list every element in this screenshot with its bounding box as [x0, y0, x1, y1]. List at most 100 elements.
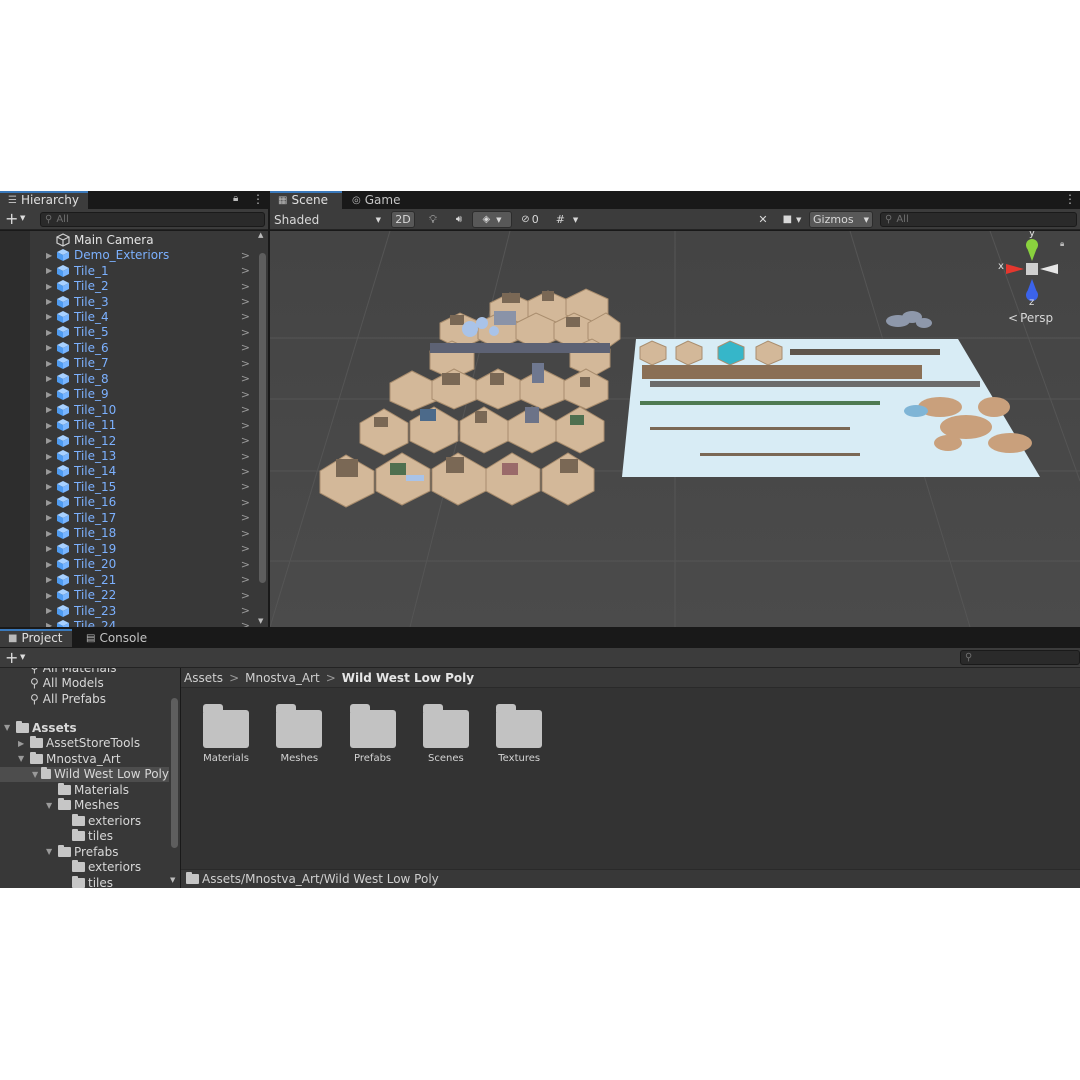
- tab-hierarchy[interactable]: ☰ Hierarchy: [0, 191, 88, 209]
- hierarchy-item[interactable]: ▶ Tile_23 >: [0, 603, 254, 618]
- chevron-right-icon[interactable]: >: [241, 465, 250, 478]
- chevron-right-icon[interactable]: >: [241, 388, 250, 401]
- hierarchy-item[interactable]: ▶ Tile_14 >: [0, 464, 254, 479]
- effects-dropdown[interactable]: ◈ ▼: [472, 211, 512, 228]
- favorite-item[interactable]: ⚲ All Materials: [30, 668, 117, 675]
- add-icon[interactable]: +: [5, 648, 18, 667]
- project-tree-scroll-thumb[interactable]: [171, 698, 178, 848]
- scene-viewport[interactable]: 🔒︎ y x z < Persp: [270, 231, 1080, 627]
- chevron-right-icon[interactable]: >: [241, 511, 250, 524]
- expand-arrow-icon[interactable]: ▶: [46, 436, 52, 445]
- chevron-right-icon[interactable]: >: [241, 434, 250, 447]
- hierarchy-item[interactable]: ▶ Tile_1 >: [0, 263, 254, 278]
- folder-item[interactable]: Textures: [484, 698, 554, 768]
- project-tree-item[interactable]: tiles: [0, 875, 169, 888]
- chevron-right-icon[interactable]: >: [241, 310, 250, 323]
- expand-arrow-icon[interactable]: ▶: [46, 591, 52, 600]
- chevron-right-icon[interactable]: >: [241, 589, 250, 602]
- project-tree-item[interactable]: Materials: [0, 782, 169, 797]
- expand-arrow-icon[interactable]: ▶: [46, 297, 52, 306]
- lock-icon[interactable]: 🔒︎: [233, 193, 238, 204]
- chevron-right-icon[interactable]: >: [241, 341, 250, 354]
- chevron-right-icon[interactable]: >: [241, 249, 250, 262]
- chevron-down-icon[interactable]: ▼: [20, 214, 25, 222]
- chevron-down-icon[interactable]: ▼: [20, 653, 25, 661]
- hierarchy-item[interactable]: ▶ Tile_5 >: [0, 325, 254, 340]
- folder-item[interactable]: Materials: [191, 698, 261, 768]
- expand-arrow-icon[interactable]: ▶: [46, 374, 52, 383]
- grid-dropdown[interactable]: # ▼: [548, 211, 586, 228]
- chevron-right-icon[interactable]: >: [241, 419, 250, 432]
- expand-arrow-icon[interactable]: ▶: [18, 739, 30, 748]
- projection-toggle[interactable]: < Persp: [1008, 311, 1053, 325]
- expand-arrow-icon[interactable]: ▶: [46, 359, 52, 368]
- hierarchy-item[interactable]: ▶ Tile_6 >: [0, 340, 254, 355]
- camera-dropdown[interactable]: ■ ▼: [777, 211, 807, 228]
- chevron-right-icon[interactable]: >: [241, 450, 250, 463]
- project-tree-item[interactable]: exteriors: [0, 860, 169, 875]
- hierarchy-item[interactable]: ▶ Tile_4 >: [0, 309, 254, 324]
- favorite-item[interactable]: ⚲ All Prefabs: [30, 691, 106, 706]
- scene-search-input[interactable]: ⚲ All: [880, 212, 1077, 227]
- breadcrumb-mnostva-art[interactable]: Mnostva_Art: [245, 671, 320, 685]
- hierarchy-scroll-thumb[interactable]: [259, 253, 266, 583]
- chevron-right-icon[interactable]: >: [241, 403, 250, 416]
- expand-arrow-icon[interactable]: ▶: [46, 328, 52, 337]
- hierarchy-item[interactable]: ▶ Tile_11 >: [0, 417, 254, 432]
- hierarchy-item[interactable]: ▶ Tile_21 >: [0, 572, 254, 587]
- hierarchy-item[interactable]: ▶ Tile_8 >: [0, 371, 254, 386]
- chevron-right-icon[interactable]: >: [241, 357, 250, 370]
- hierarchy-item[interactable]: ▶ Tile_3 >: [0, 294, 254, 309]
- hierarchy-item[interactable]: ▶ Tile_17 >: [0, 510, 254, 525]
- expand-arrow-icon[interactable]: ▶: [46, 529, 52, 538]
- hierarchy-item[interactable]: ▶ Tile_19 >: [0, 541, 254, 556]
- breadcrumb-wild-west[interactable]: Wild West Low Poly: [342, 671, 474, 685]
- kebab-menu-icon[interactable]: ⋮: [252, 192, 264, 206]
- kebab-menu-icon[interactable]: ⋮: [1064, 192, 1076, 206]
- chevron-right-icon[interactable]: >: [241, 558, 250, 571]
- expand-arrow-icon[interactable]: ▼: [46, 801, 58, 810]
- gizmos-dropdown[interactable]: Gizmos ▼: [809, 211, 873, 228]
- chevron-right-icon[interactable]: >: [241, 280, 250, 293]
- expand-arrow-icon[interactable]: ▶: [46, 312, 52, 321]
- expand-arrow-icon[interactable]: ▶: [46, 405, 52, 414]
- project-tree-item[interactable]: ▼ Assets: [0, 720, 169, 735]
- expand-arrow-icon[interactable]: ▶: [46, 390, 52, 399]
- hierarchy-scrollbar[interactable]: ▲ ▼: [257, 231, 268, 627]
- folder-item[interactable]: Meshes: [264, 698, 334, 768]
- favorite-item[interactable]: ⚲ All Models: [30, 676, 104, 691]
- hierarchy-item[interactable]: ▶ Tile_18 >: [0, 526, 254, 541]
- chevron-right-icon[interactable]: >: [241, 619, 250, 627]
- hierarchy-item[interactable]: ▶ Tile_24 >: [0, 618, 254, 627]
- expand-arrow-icon[interactable]: ▶: [46, 575, 52, 584]
- hierarchy-item[interactable]: ▶ Tile_12 >: [0, 433, 254, 448]
- expand-arrow-icon[interactable]: ▶: [46, 606, 52, 615]
- shading-mode-dropdown[interactable]: Shaded ▼: [272, 211, 385, 228]
- expand-arrow-icon[interactable]: ▼: [32, 770, 41, 779]
- scroll-up-icon[interactable]: ▲: [258, 231, 263, 239]
- chevron-right-icon[interactable]: >: [241, 480, 250, 493]
- toggle-2d-button[interactable]: 2D: [391, 211, 415, 228]
- expand-arrow-icon[interactable]: ▶: [46, 282, 52, 291]
- hierarchy-item[interactable]: ▶ Tile_13 >: [0, 448, 254, 463]
- hierarchy-item[interactable]: ▶ Tile_22 >: [0, 587, 254, 602]
- lighting-toggle[interactable]: 💡︎: [422, 211, 444, 228]
- audio-toggle[interactable]: 🔊︎: [448, 211, 470, 228]
- expand-arrow-icon[interactable]: ▶: [46, 266, 52, 275]
- chevron-right-icon[interactable]: >: [241, 372, 250, 385]
- expand-arrow-icon[interactable]: ▶: [46, 498, 52, 507]
- hierarchy-item[interactable]: ▶ Tile_20 >: [0, 556, 254, 571]
- breadcrumb-assets[interactable]: Assets: [184, 671, 223, 685]
- expand-arrow-icon[interactable]: ▼: [18, 754, 30, 763]
- folder-item[interactable]: Prefabs: [338, 698, 408, 768]
- hierarchy-item[interactable]: ▶ Tile_9 >: [0, 387, 254, 402]
- add-icon[interactable]: +: [5, 209, 18, 228]
- expand-arrow-icon[interactable]: ▶: [46, 621, 52, 627]
- project-tree-item[interactable]: ▼ Prefabs: [0, 844, 169, 859]
- scroll-down-icon[interactable]: ▼: [170, 876, 175, 884]
- hierarchy-item[interactable]: Main Camera: [0, 232, 254, 247]
- project-tree-item[interactable]: ▼ Mnostva_Art: [0, 751, 169, 766]
- expand-arrow-icon[interactable]: ▶: [46, 467, 52, 476]
- project-tree-scrollbar[interactable]: ▼: [169, 668, 180, 888]
- expand-arrow-icon[interactable]: ▶: [46, 560, 52, 569]
